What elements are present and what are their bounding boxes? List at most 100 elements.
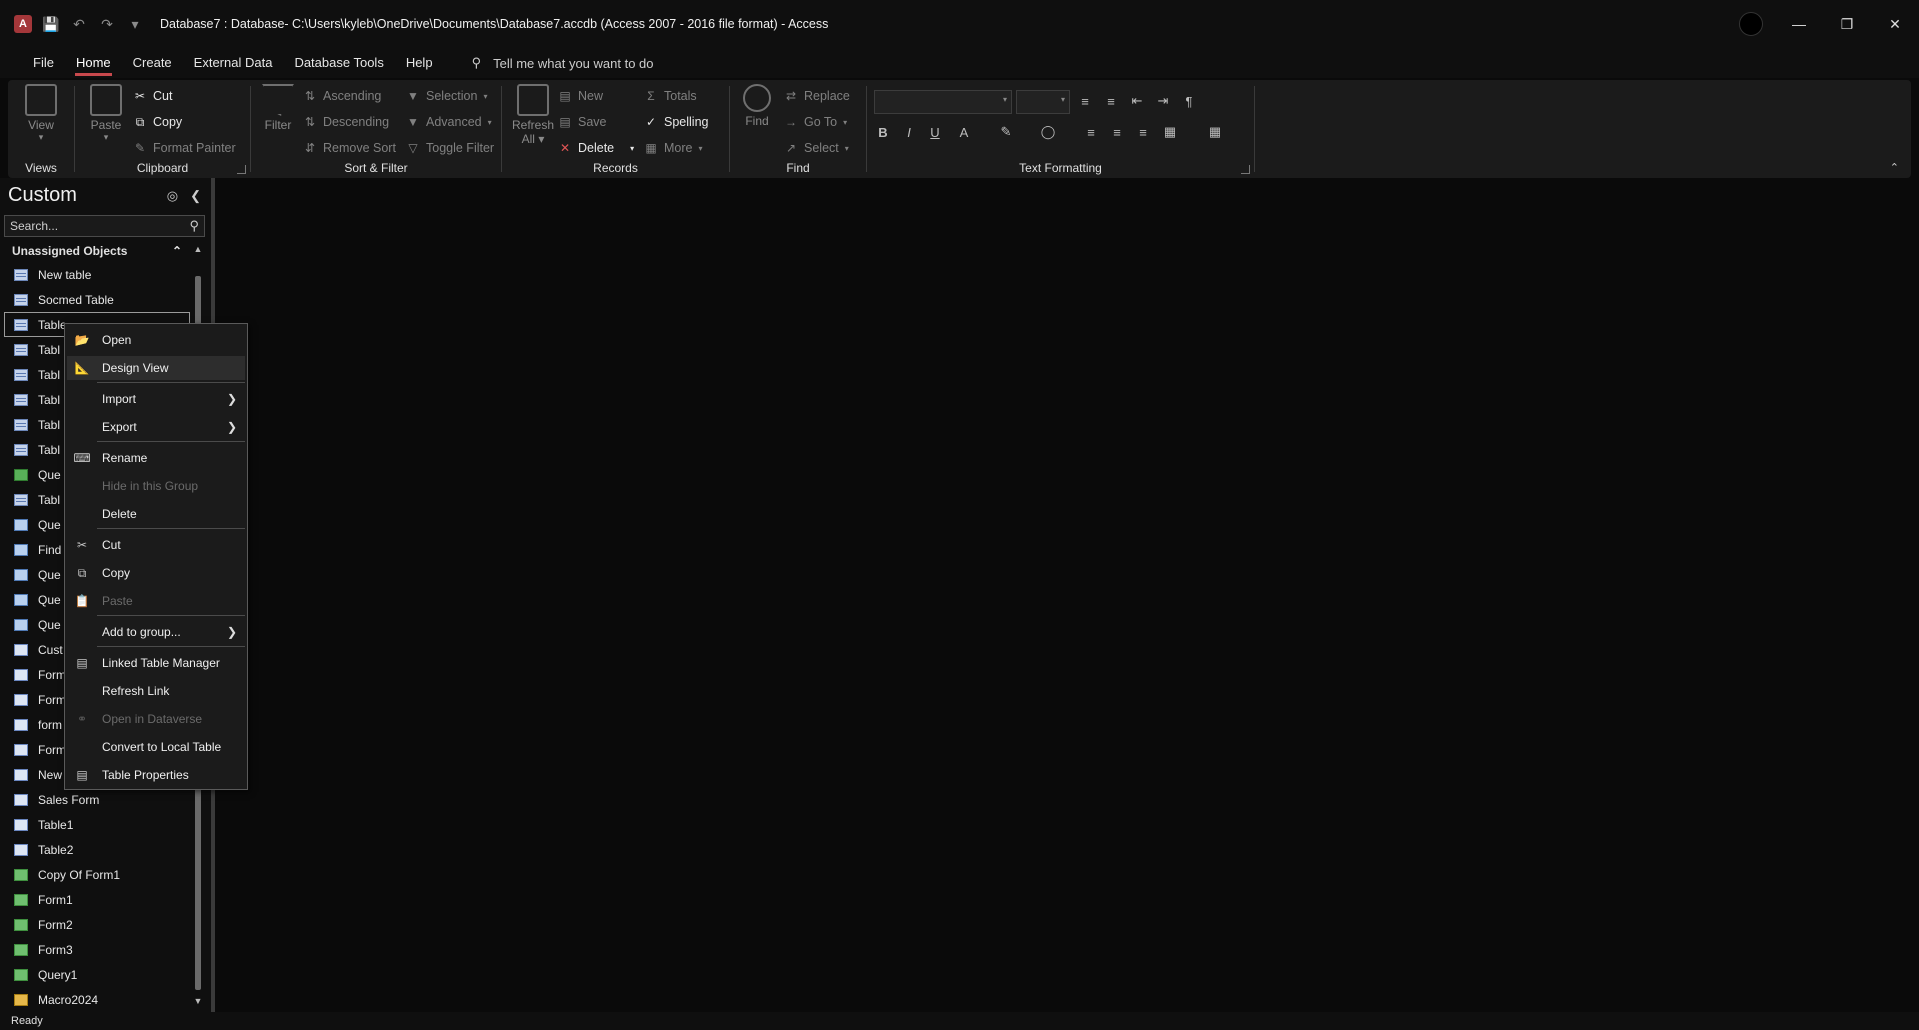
nav-object-item[interactable]: Form3 — [4, 937, 190, 962]
nav-object-item[interactable]: Form1 — [4, 887, 190, 912]
menu-item-delete[interactable]: Delete — [67, 502, 245, 526]
nav-object-label: Sales Form — [38, 792, 100, 807]
group-header-unassigned[interactable]: Unassigned Objects ⌃ — [12, 241, 182, 261]
restore-button[interactable]: ❐ — [1823, 0, 1871, 48]
nav-object-item[interactable]: Copy Of Form1 — [4, 862, 190, 887]
nav-object-item[interactable]: Form2 — [4, 912, 190, 937]
minimize-button[interactable]: — — [1775, 0, 1823, 48]
menu-item-copy[interactable]: ⧉ Copy — [67, 561, 245, 585]
font-size-combo[interactable]: ▾ — [1016, 90, 1070, 114]
report-object-icon — [14, 943, 28, 956]
access-logo-icon: A — [14, 15, 32, 33]
tab-help[interactable]: Help — [395, 48, 444, 78]
menu-item-cut[interactable]: ✂ Cut — [67, 533, 245, 557]
copy-button[interactable]: ⧉ Copy — [133, 111, 182, 133]
nav-object-item[interactable]: Sales Form — [4, 787, 190, 812]
format-painter-button[interactable]: ✎ Format Painter — [133, 137, 236, 159]
delete-record-button[interactable]: ✕ Delete ▾ — [558, 137, 634, 159]
totals-button[interactable]: Σ Totals — [644, 85, 696, 107]
save-icon[interactable]: 💾 — [42, 15, 60, 33]
shutter-bar-close-icon[interactable]: ❮ — [190, 188, 201, 204]
menu-item-design-view[interactable]: 📐 Design View — [67, 356, 245, 380]
menu-item-refresh-link[interactable]: Refresh Link — [67, 679, 245, 703]
tab-home[interactable]: Home — [65, 48, 122, 78]
nav-menu-chevron-icon[interactable]: ◎ — [167, 188, 178, 204]
menu-item-table-properties[interactable]: ▤ Table Properties — [67, 763, 245, 787]
close-button[interactable]: ✕ — [1871, 0, 1919, 48]
cut-button[interactable]: ✂ Cut — [133, 85, 172, 107]
new-record-button[interactable]: ▤ New — [558, 85, 603, 107]
menu-item-rename[interactable]: ⌨ Rename — [67, 446, 245, 470]
view-button[interactable]: View ▾ — [18, 84, 64, 143]
nav-object-item[interactable]: Query1 — [4, 962, 190, 987]
alternate-row-color-icon[interactable]: ▦ — [1159, 121, 1181, 143]
tab-file[interactable]: File — [22, 48, 65, 78]
scroll-up-arrow-icon[interactable]: ▲ — [193, 244, 203, 254]
tab-create[interactable]: Create — [122, 48, 183, 78]
advanced-button[interactable]: ▼ Advanced ▾ — [406, 111, 492, 133]
avatar[interactable] — [1739, 12, 1763, 36]
paragraph-direction-icon[interactable]: ¶ — [1178, 90, 1200, 112]
ascending-button[interactable]: ⇅ Ascending — [303, 85, 381, 107]
increase-indent-icon[interactable]: ⇥ — [1152, 90, 1174, 112]
bullets-icon[interactable]: ≡ — [1074, 90, 1096, 112]
nav-object-item[interactable]: Socmed Table — [4, 287, 190, 312]
menu-item-convert-to-local[interactable]: Convert to Local Table — [67, 735, 245, 759]
menu-item-open[interactable]: 📂 Open — [67, 328, 245, 352]
nav-pane-title[interactable]: Custom — [8, 184, 77, 207]
menu-item-import[interactable]: Import ❯ — [67, 387, 245, 411]
font-name-combo[interactable]: ▾ — [874, 90, 1012, 114]
tab-database-tools[interactable]: Database Tools — [283, 48, 394, 78]
replace-button[interactable]: ⇄ Replace — [784, 85, 850, 107]
save-record-button[interactable]: ▤ Save — [558, 111, 606, 133]
clipboard-group-label: Clipboard — [136, 161, 189, 175]
collapse-group-icon: ⌃ — [171, 244, 182, 258]
descending-button[interactable]: ⇅ Descending — [303, 111, 389, 133]
collapse-ribbon-icon[interactable]: ⌃ — [1890, 161, 1899, 174]
view-icon — [25, 84, 57, 116]
tab-external-data[interactable]: External Data — [183, 48, 284, 78]
filter-button[interactable]: Filter — [255, 84, 301, 132]
customize-quick-access-icon[interactable]: ▾ — [126, 15, 144, 33]
select-button[interactable]: ↗ Select ▾ — [784, 137, 849, 159]
bold-button[interactable]: B — [872, 121, 894, 143]
underline-button[interactable]: U — [924, 121, 946, 143]
menu-item-export[interactable]: Export ❯ — [67, 415, 245, 439]
nav-search-input[interactable]: Search... ⚲ — [4, 215, 205, 237]
undo-icon[interactable]: ↶ — [70, 15, 88, 33]
linked-table-icon: ▤ — [76, 656, 88, 670]
go-to-button[interactable]: → Go To ▾ — [784, 111, 847, 133]
align-right-icon[interactable]: ≡ — [1132, 121, 1154, 143]
highlight-color-icon[interactable]: ✎ — [995, 121, 1017, 143]
selection-button[interactable]: ▼ Selection ▾ — [406, 85, 487, 107]
refresh-all-button[interactable]: Refresh All ▾ — [510, 84, 556, 146]
text-formatting-dialog-launcher[interactable] — [1241, 165, 1250, 174]
align-left-icon[interactable]: ≡ — [1080, 121, 1102, 143]
redo-icon[interactable]: ↷ — [98, 15, 116, 33]
nav-object-item[interactable]: Macro2024 — [4, 987, 190, 1012]
nav-object-item[interactable]: New table — [4, 262, 190, 287]
paste-button[interactable]: Paste ▾ — [83, 84, 129, 143]
nav-object-item[interactable]: Table1 — [4, 812, 190, 837]
numbering-icon[interactable]: ≡ — [1100, 90, 1122, 112]
tell-me-search[interactable]: ⚲ Tell me what you want to do — [472, 55, 654, 71]
more-button[interactable]: ▦ More ▾ — [644, 137, 702, 159]
spelling-button[interactable]: ✓ Spelling — [644, 111, 709, 133]
find-button[interactable]: Find — [734, 84, 780, 128]
toggle-filter-button[interactable]: ▽ Toggle Filter — [406, 137, 494, 159]
report-object-icon — [14, 893, 28, 906]
menu-item-linked-table-manager[interactable]: ▤ Linked Table Manager — [67, 651, 245, 675]
gridlines-icon[interactable]: ▦ — [1204, 121, 1226, 143]
background-color-icon[interactable]: ◯ — [1037, 121, 1059, 143]
nav-object-item[interactable]: Table2 — [4, 837, 190, 862]
nav-object-label: Form1 — [38, 892, 73, 907]
italic-button[interactable]: I — [898, 121, 920, 143]
align-center-icon[interactable]: ≡ — [1106, 121, 1128, 143]
scroll-down-arrow-icon[interactable]: ▼ — [193, 996, 203, 1006]
remove-sort-button[interactable]: ⇵ Remove Sort — [303, 137, 396, 159]
menu-item-add-to-group[interactable]: Add to group... ❯ — [67, 620, 245, 644]
font-color-icon[interactable]: A — [953, 121, 975, 143]
decrease-indent-icon[interactable]: ⇤ — [1126, 90, 1148, 112]
clipboard-dialog-launcher[interactable] — [237, 165, 246, 174]
table-object-icon — [14, 493, 28, 506]
